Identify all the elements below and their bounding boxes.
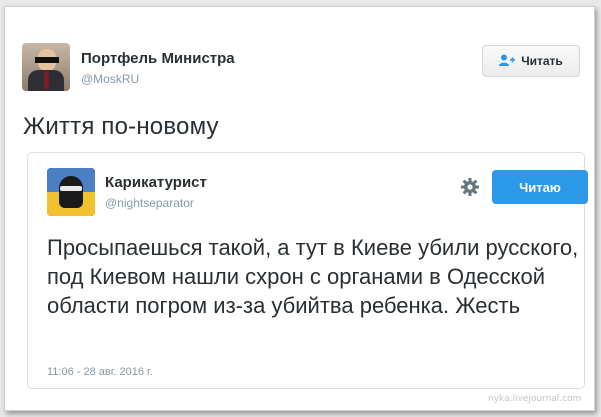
tweet-text: Життя по-новому: [23, 113, 219, 140]
tweet-card: Портфель Министра @MoskRU Читать Життя п…: [4, 6, 595, 411]
quoted-author-handle[interactable]: @nightseparator: [105, 196, 194, 210]
quoted-author-name[interactable]: Карикатурист: [105, 174, 207, 191]
watermark: nyka.livejournal.com: [488, 394, 582, 404]
add-user-icon: [499, 54, 516, 69]
quoted-tweet-timestamp[interactable]: 11:06 - 28 авг. 2016 г.: [47, 366, 153, 378]
author-handle[interactable]: @MoskRU: [81, 72, 139, 86]
gear-icon[interactable]: [460, 177, 480, 197]
quoted-tweet[interactable]: Карикатурист @nightseparator Читаю Просы…: [27, 152, 588, 389]
quoted-author-avatar[interactable]: [47, 168, 95, 216]
following-button[interactable]: Читаю: [492, 170, 588, 204]
follow-button[interactable]: Читать: [482, 45, 580, 77]
quoted-tweet-text: Просыпаешься такой, а тут в Киеве убили …: [47, 235, 579, 318]
author-name[interactable]: Портфель Министра: [81, 50, 235, 67]
follow-button-label: Читать: [521, 54, 563, 68]
author-avatar[interactable]: [22, 43, 70, 91]
